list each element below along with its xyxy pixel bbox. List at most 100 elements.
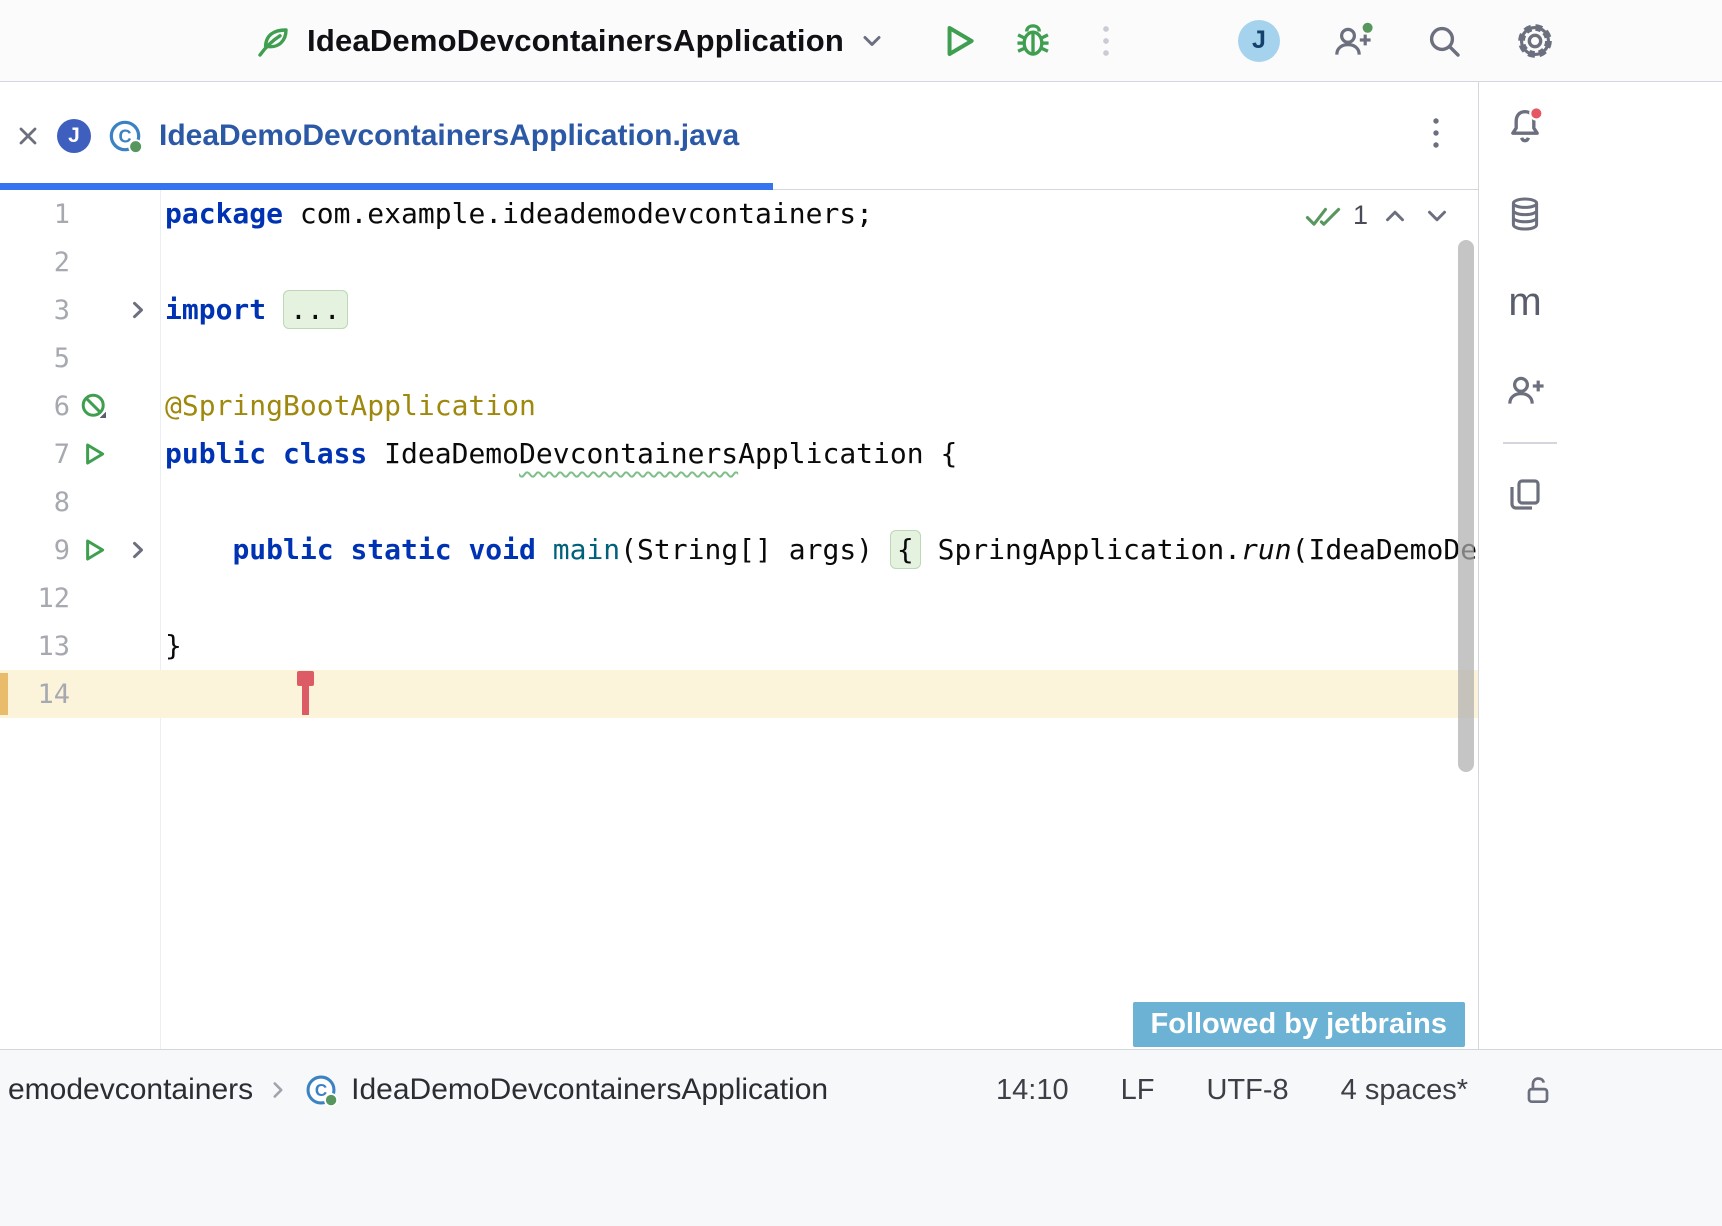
project-name: IdeaDemoDevcontainersApplication (307, 23, 844, 59)
code-text[interactable]: import ... (160, 286, 1478, 334)
run-gutter-icon[interactable] (70, 535, 118, 565)
code-line[interactable]: 13} (0, 622, 1478, 670)
code-line[interactable]: 6 @SpringBootApplication (0, 382, 1478, 430)
code-line[interactable]: 7 public class IdeaDemoDevcontainersAppli… (0, 430, 1478, 478)
tab-title: IdeaDemoDevcontainersApplication.java (159, 119, 739, 153)
fold-toggle-icon[interactable] (118, 536, 158, 564)
collaborator-caret (302, 672, 309, 715)
search-button[interactable] (1424, 21, 1464, 61)
next-problem-icon[interactable] (1422, 201, 1452, 231)
editor-tab-bar: J C IdeaDemoDevcontainersApplication.jav… (0, 82, 1478, 190)
editor-scrollbar[interactable] (1458, 240, 1474, 772)
code-line[interactable]: 5 (0, 334, 1478, 382)
gutter[interactable]: 13 (0, 622, 160, 670)
code-token: public static void (232, 533, 535, 566)
code-text[interactable] (160, 334, 1478, 382)
add-user-icon (1503, 369, 1547, 411)
tab-options-icon[interactable] (1424, 115, 1448, 156)
caret-position[interactable]: 14:10 (996, 1074, 1069, 1107)
code-line[interactable]: 12 (0, 574, 1478, 622)
run-gutter-icon[interactable] (70, 439, 118, 469)
toolbar-right-group: J (1238, 20, 1722, 62)
code-text[interactable] (160, 670, 1478, 718)
code-token: Application { (738, 437, 957, 470)
gutter[interactable]: 5 (0, 334, 160, 382)
run-button[interactable] (938, 20, 980, 62)
inspections-widget[interactable]: 1 (1305, 200, 1452, 231)
line-number: 14 (0, 679, 70, 710)
gutter[interactable]: 6 (0, 382, 160, 430)
code-line[interactable]: 1package com.example.ideademodevcontaine… (0, 190, 1478, 238)
database-button[interactable] (1503, 192, 1547, 236)
code-token: public class (165, 437, 367, 470)
code-token (165, 533, 232, 566)
code-line[interactable]: 14 (0, 670, 1478, 718)
add-user-tool-button[interactable] (1503, 368, 1547, 412)
code-token: com.example.ideademodevcontainers; (283, 197, 873, 230)
code-text[interactable] (160, 238, 1478, 286)
prev-problem-icon[interactable] (1380, 201, 1410, 231)
followed-banner[interactable]: Followed by jetbrains (1133, 1002, 1466, 1047)
close-tab-icon[interactable] (14, 122, 42, 150)
tab-active[interactable]: J C IdeaDemoDevcontainersApplication.jav… (0, 82, 773, 189)
class-icon: C (303, 1072, 339, 1108)
line-number: 12 (0, 583, 70, 614)
line-number: 3 (0, 295, 70, 326)
spring-bean-gutter-icon[interactable] (70, 390, 118, 422)
breadcrumb-class[interactable]: IdeaDemoDevcontainersApplication (351, 1073, 828, 1107)
inspections-ok-icon (1305, 203, 1341, 229)
layers-button[interactable] (1503, 472, 1547, 516)
gutter[interactable]: 14 (0, 670, 160, 718)
code-text[interactable]: public static void main(String[] args) {… (160, 526, 1478, 574)
maven-icon: m (1508, 282, 1541, 322)
chevron-down-icon (858, 27, 886, 55)
line-number: 5 (0, 343, 70, 374)
class-icon: C (106, 117, 144, 155)
code-token: main (553, 533, 620, 566)
code-token: { (890, 530, 921, 569)
code-line[interactable]: 2 (0, 238, 1478, 286)
file-encoding[interactable]: UTF-8 (1206, 1074, 1288, 1107)
gutter[interactable]: 2 (0, 238, 160, 286)
gutter[interactable]: 9 (0, 526, 160, 574)
code-line[interactable]: 9 public static void main(String[] args)… (0, 526, 1478, 574)
breadcrumb-package[interactable]: emodevcontainers (8, 1073, 253, 1107)
more-actions-icon[interactable] (1094, 23, 1118, 59)
run-configuration-widget[interactable]: IdeaDemoDevcontainersApplication (253, 21, 886, 61)
gutter[interactable]: 3 (0, 286, 160, 334)
code-text[interactable]: } (160, 622, 1478, 670)
debug-button[interactable] (1012, 20, 1054, 62)
code-text[interactable] (160, 574, 1478, 622)
code-token: IdeaDemo (367, 437, 519, 470)
code-token (536, 533, 553, 566)
gutter[interactable]: 8 (0, 478, 160, 526)
gutter[interactable]: 12 (0, 574, 160, 622)
code-text[interactable]: package com.example.ideademodevcontainer… (160, 190, 1478, 238)
add-user-icon (1330, 20, 1374, 62)
breadcrumb: emodevcontainers C IdeaDemoDevcontainers… (8, 1072, 828, 1108)
line-number: 1 (0, 199, 70, 230)
line-number: 7 (0, 439, 70, 470)
gutter[interactable]: 7 (0, 430, 160, 478)
code-text[interactable]: @SpringBootApplication (160, 382, 1478, 430)
code-text[interactable]: public class IdeaDemoDevcontainersApplic… (160, 430, 1478, 478)
fold-toggle-icon[interactable] (118, 296, 158, 324)
maven-button[interactable]: m (1503, 280, 1547, 324)
avatar[interactable]: J (1238, 20, 1280, 62)
code-line[interactable]: 8 (0, 478, 1478, 526)
chevron-right-icon (265, 1077, 291, 1103)
code-text[interactable] (160, 478, 1478, 526)
notifications-bell-icon (1504, 105, 1546, 147)
code-token: SpringApplication. (921, 533, 1241, 566)
settings-button[interactable] (1514, 20, 1556, 62)
notifications-button[interactable] (1503, 104, 1547, 148)
code-editor[interactable]: 1package com.example.ideademodevcontaine… (0, 190, 1478, 1049)
line-number: 6 (0, 391, 70, 422)
gutter[interactable]: 1 (0, 190, 160, 238)
line-separator[interactable]: LF (1121, 1074, 1155, 1107)
indent-style[interactable]: 4 spaces* (1341, 1074, 1468, 1107)
java-file-badge: J (57, 119, 91, 153)
code-line[interactable]: 3 import ... (0, 286, 1478, 334)
unlocked-icon[interactable] (1520, 1072, 1556, 1108)
add-user-button[interactable] (1330, 20, 1374, 62)
